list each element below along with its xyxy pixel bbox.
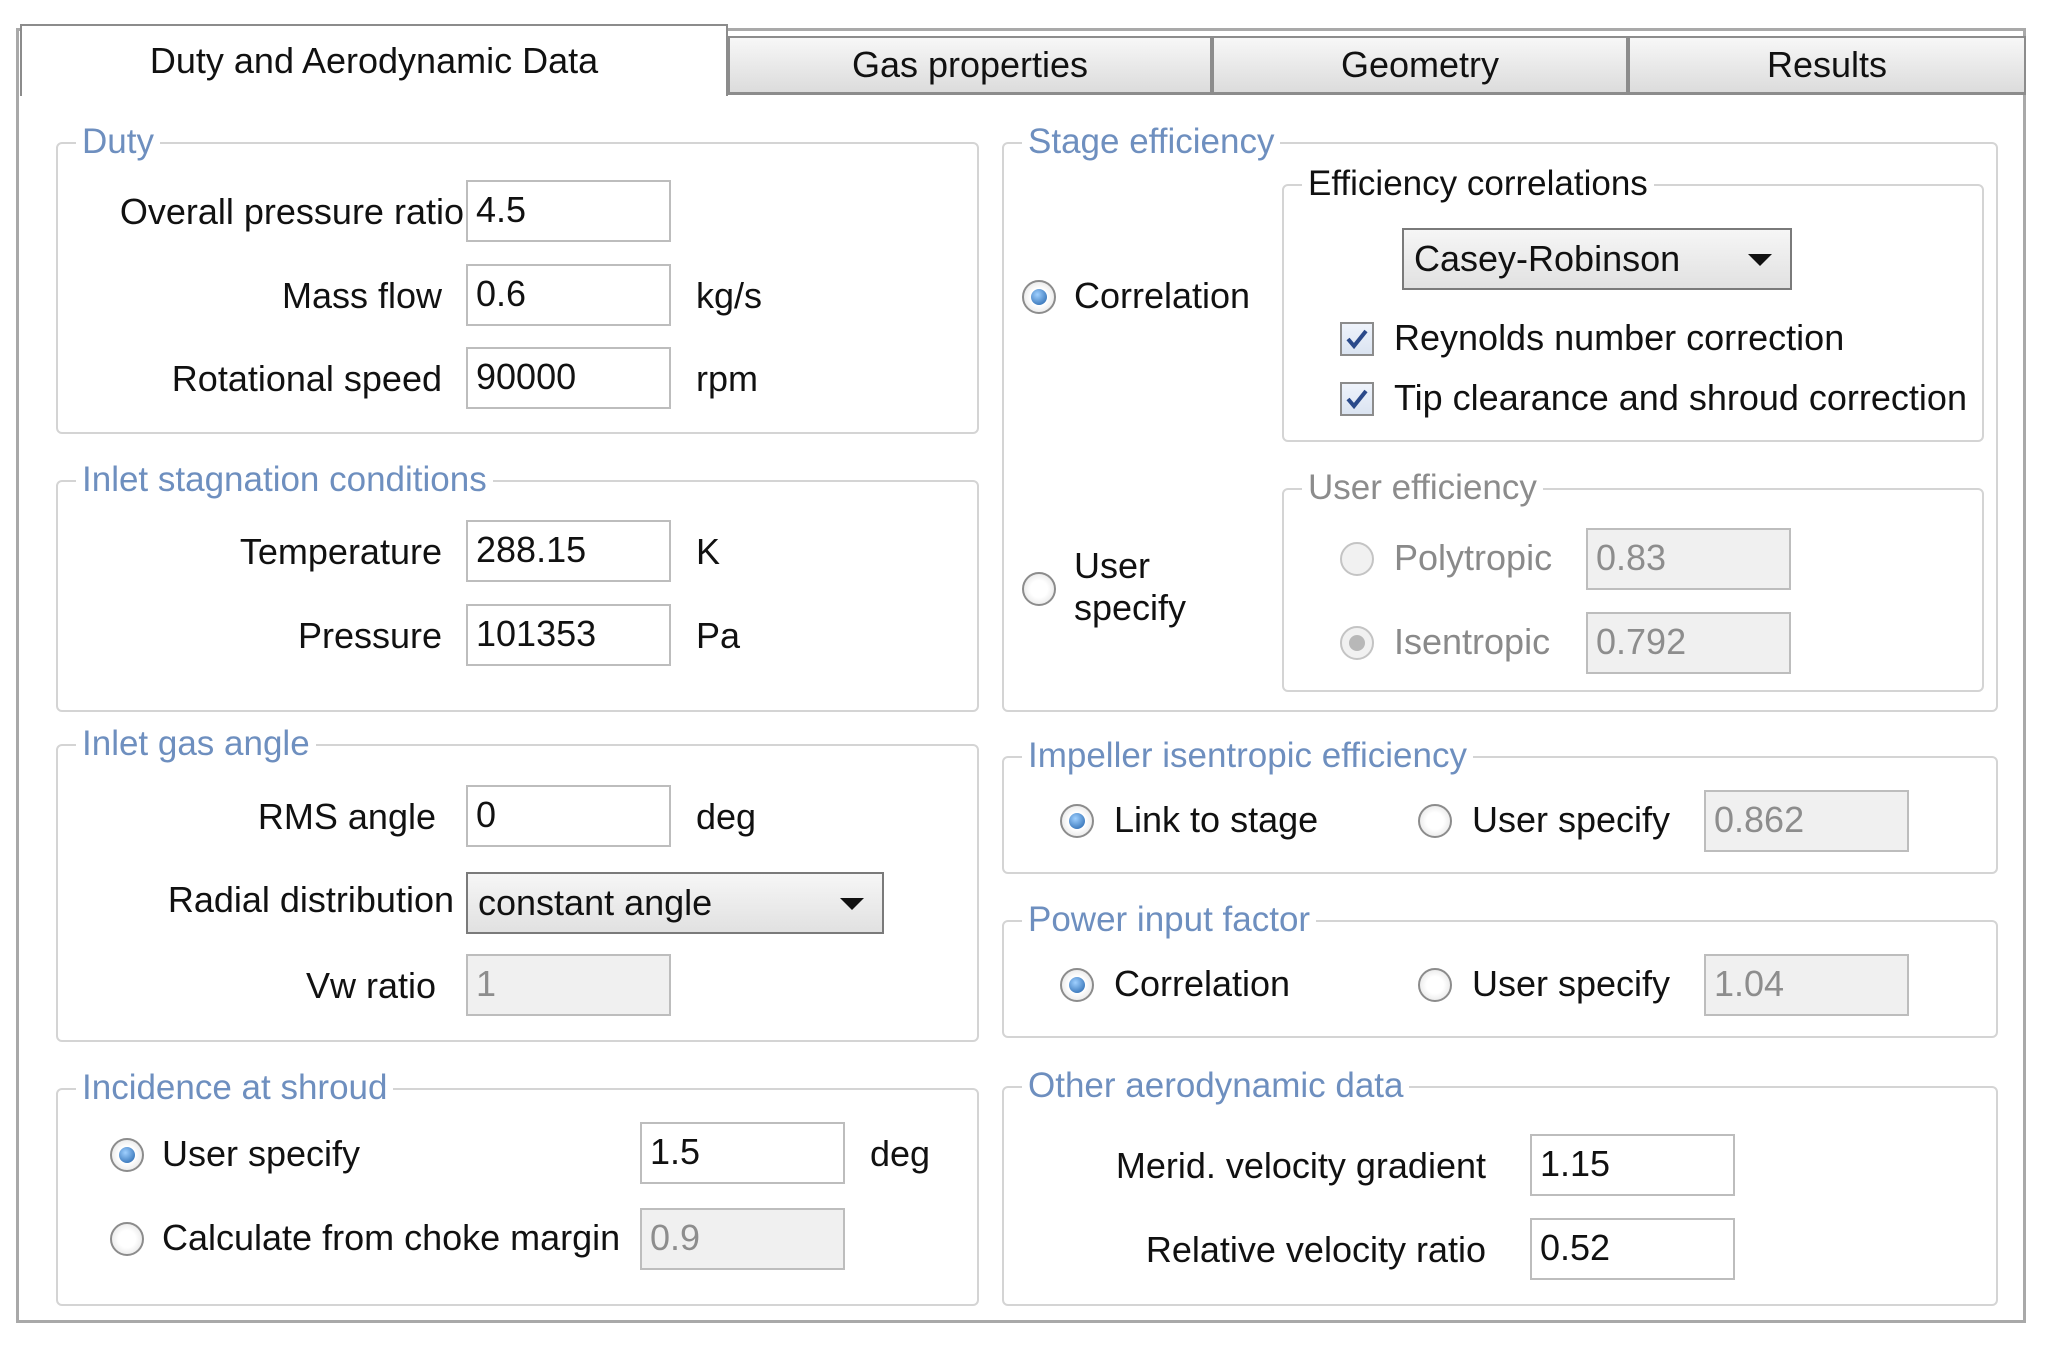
power-input-field[interactable]: 1.04	[1704, 954, 1909, 1016]
other-aero-title: Other aerodynamic data	[1022, 1066, 1410, 1106]
incidence-unit: deg	[870, 1133, 931, 1174]
inlet-gas-angle-title: Inlet gas angle	[76, 724, 316, 764]
relative-velocity-field[interactable]: 0.52	[1530, 1218, 1735, 1280]
impeller-user-specify-label: User specify	[1472, 799, 1671, 840]
polytropic-field[interactable]: 0.83	[1586, 528, 1791, 590]
chevron-down-icon	[840, 898, 864, 910]
stage-user-specify-radio[interactable]	[1022, 572, 1056, 606]
checkmark-icon	[1346, 389, 1368, 410]
temperature-field[interactable]: 288.15	[466, 520, 671, 582]
tab-results[interactable]: Results	[1628, 36, 2026, 94]
choke-margin-field[interactable]: 0.9	[640, 1208, 845, 1270]
inlet-stagnation-group: Inlet stagnation conditions	[56, 460, 979, 712]
isentropic-field[interactable]: 0.792	[1586, 612, 1791, 674]
choke-margin-label: Calculate from choke margin	[162, 1217, 621, 1258]
pressure-ratio-field[interactable]: 4.5	[466, 180, 671, 242]
incidence-title: Incidence at shroud	[76, 1068, 394, 1108]
tab-duty-aerodynamic[interactable]: Duty and Aerodynamic Data	[20, 24, 728, 96]
relative-velocity-label: Relative velocity ratio	[1145, 1229, 1486, 1270]
impeller-efficiency-title: Impeller isentropic efficiency	[1022, 736, 1473, 776]
reynolds-correction-checkbox[interactable]	[1340, 322, 1374, 356]
correlation-method-value: Casey-Robinson	[1414, 238, 1681, 279]
reynolds-correction-label: Reynolds number correction	[1394, 317, 1845, 358]
rms-angle-field[interactable]: 0	[466, 785, 671, 847]
checkmark-icon	[1346, 329, 1368, 350]
stage-correlation-label: Correlation	[1074, 275, 1251, 316]
rms-angle-unit: deg	[696, 796, 757, 837]
tip-clearance-label: Tip clearance and shroud correction	[1394, 377, 1967, 418]
power-input-title: Power input factor	[1022, 900, 1317, 940]
power-user-specify-radio[interactable]	[1418, 968, 1452, 1002]
pressure-field[interactable]: 101353	[466, 604, 671, 666]
radial-distribution-label: Radial distribution	[167, 879, 454, 920]
link-to-stage-radio[interactable]	[1060, 804, 1094, 838]
pressure-unit: Pa	[696, 615, 741, 656]
impeller-efficiency-field[interactable]: 0.862	[1704, 790, 1909, 852]
power-user-specify-label: User specify	[1472, 963, 1671, 1004]
radial-distribution-value: constant angle	[478, 882, 713, 923]
efficiency-correlations-title: Efficiency correlations	[1302, 164, 1654, 204]
mass-flow-unit: kg/s	[696, 275, 763, 316]
rotational-speed-field[interactable]: 90000	[466, 347, 671, 409]
choke-margin-radio[interactable]	[110, 1222, 144, 1256]
stage-user-specify-label-2: specify	[1074, 587, 1187, 628]
incidence-field[interactable]: 1.5	[640, 1122, 845, 1184]
rotational-speed-label: Rotational speed	[171, 358, 442, 399]
vw-ratio-field[interactable]: 1	[466, 954, 671, 1016]
merid-velocity-label: Merid. velocity gradient	[1115, 1145, 1486, 1186]
duty-group-title: Duty	[76, 122, 160, 162]
stage-efficiency-title: Stage efficiency	[1022, 122, 1281, 162]
mass-flow-field[interactable]: 0.6	[466, 264, 671, 326]
impeller-user-specify-radio[interactable]	[1418, 804, 1452, 838]
correlation-method-select[interactable]: Casey-Robinson	[1402, 228, 1792, 290]
rms-angle-label: RMS angle	[257, 796, 436, 837]
power-correlation-label: Correlation	[1114, 963, 1291, 1004]
tip-clearance-checkbox[interactable]	[1340, 382, 1374, 416]
polytropic-label: Polytropic	[1394, 537, 1553, 578]
user-efficiency-title: User efficiency	[1302, 468, 1543, 508]
link-to-stage-label: Link to stage	[1114, 799, 1319, 840]
radial-distribution-select[interactable]: constant angle	[466, 872, 884, 934]
temperature-label: Temperature	[239, 531, 442, 572]
incidence-user-specify-label: User specify	[162, 1133, 361, 1174]
stage-user-specify-label-1: User	[1074, 545, 1151, 586]
tab-geometry[interactable]: Geometry	[1212, 36, 1628, 94]
stage-correlation-radio[interactable]	[1022, 280, 1056, 314]
pressure-ratio-label: Overall pressure ratio	[119, 191, 464, 232]
merid-velocity-field[interactable]: 1.15	[1530, 1134, 1735, 1196]
isentropic-radio[interactable]	[1340, 626, 1374, 660]
inlet-stagnation-title: Inlet stagnation conditions	[76, 460, 493, 500]
incidence-group: Incidence at shroud	[56, 1068, 979, 1306]
pressure-label: Pressure	[297, 615, 442, 656]
power-correlation-radio[interactable]	[1060, 968, 1094, 1002]
vw-ratio-label: Vw ratio	[305, 965, 436, 1006]
rotational-speed-unit: rpm	[696, 358, 758, 399]
isentropic-label: Isentropic	[1394, 621, 1551, 662]
polytropic-radio[interactable]	[1340, 542, 1374, 576]
incidence-user-specify-radio[interactable]	[110, 1138, 144, 1172]
mass-flow-label: Mass flow	[281, 275, 442, 316]
tab-gas-properties[interactable]: Gas properties	[728, 36, 1212, 94]
temperature-unit: K	[696, 531, 721, 572]
other-aero-group: Other aerodynamic data	[1002, 1066, 1998, 1306]
chevron-down-icon	[1748, 254, 1772, 266]
